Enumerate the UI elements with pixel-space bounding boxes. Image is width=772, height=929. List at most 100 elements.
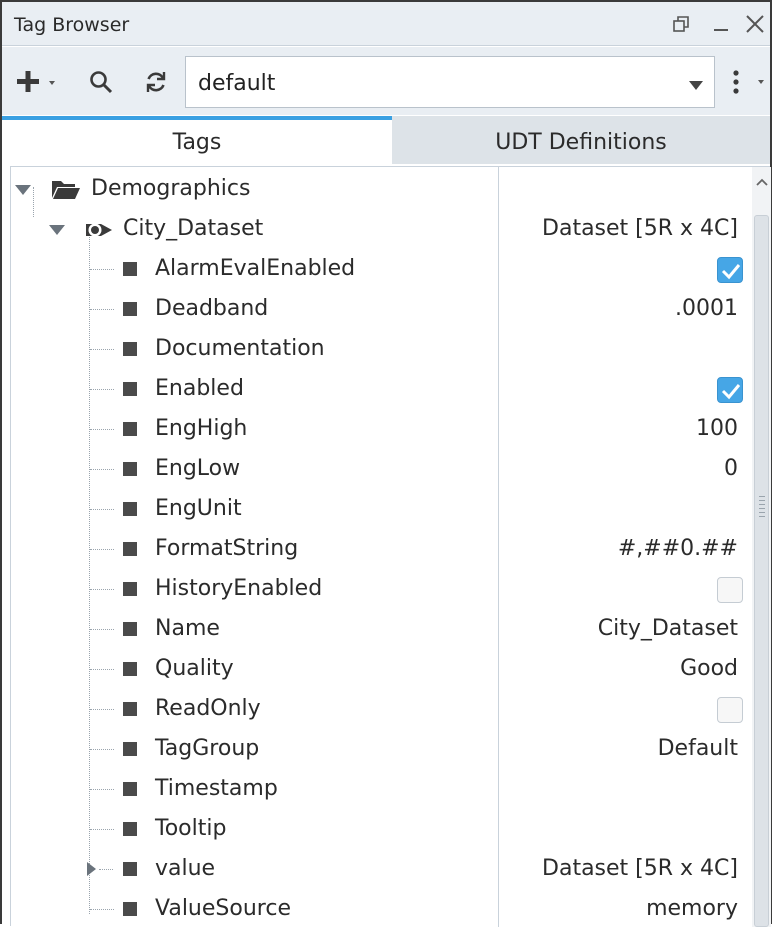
expand-arrow-icon[interactable] xyxy=(13,182,33,201)
property-value: City_Dataset xyxy=(597,616,738,641)
tree-connector xyxy=(90,589,114,590)
tree-row-property[interactable]: ReadOnly xyxy=(11,689,751,729)
refresh-icon[interactable] xyxy=(141,67,171,97)
tag-provider-dropdown[interactable]: default xyxy=(185,56,715,108)
tree-row-property[interactable]: HistoryEnabled xyxy=(11,569,751,609)
checkbox-unchecked[interactable] xyxy=(717,577,743,603)
tree-connector xyxy=(90,829,114,830)
tab-tags[interactable]: Tags xyxy=(2,116,392,164)
close-window-icon[interactable] xyxy=(742,10,768,38)
property-value: 0 xyxy=(724,456,738,481)
property-label: Name xyxy=(155,616,220,641)
tree-connector xyxy=(90,789,114,790)
tree-connector xyxy=(90,629,114,630)
property-label: EngLow xyxy=(155,456,241,481)
tree-connector xyxy=(90,469,114,470)
tree-row-property[interactable]: EngHigh 100 xyxy=(11,409,751,449)
tree-connector xyxy=(90,309,114,310)
property-value: .0001 xyxy=(675,296,738,321)
property-icon xyxy=(123,382,137,396)
dataset-tag-icon xyxy=(83,218,117,246)
checkbox-unchecked[interactable] xyxy=(717,697,743,723)
tree-row-property[interactable]: EngUnit xyxy=(11,489,751,529)
checkbox-checked[interactable] xyxy=(717,257,743,283)
property-icon xyxy=(123,582,137,596)
property-label: EngUnit xyxy=(155,496,242,521)
tree-row-property[interactable]: Quality Good xyxy=(11,649,751,689)
property-value: Good xyxy=(680,656,738,681)
tree-connector xyxy=(90,509,114,510)
tree-row-property[interactable]: Timestamp xyxy=(11,769,751,809)
property-label: HistoryEnabled xyxy=(155,576,323,601)
more-options-button[interactable] xyxy=(724,67,768,97)
checkbox-checked[interactable] xyxy=(717,377,743,403)
tag-tree: Demographics City_Dataset Dataset [5R x … xyxy=(10,166,771,929)
property-icon xyxy=(123,502,137,516)
tree-connector xyxy=(90,429,114,430)
property-icon xyxy=(123,902,137,916)
toolbar: default xyxy=(2,47,770,115)
property-icon xyxy=(123,422,137,436)
property-label: Quality xyxy=(155,656,234,681)
property-label: TagGroup xyxy=(155,736,260,761)
scroll-up-icon[interactable] xyxy=(752,171,771,193)
tree-row-property[interactable]: Enabled xyxy=(11,369,751,409)
property-label: EngHigh xyxy=(155,416,248,441)
property-label: value xyxy=(155,856,216,881)
property-icon xyxy=(123,662,137,676)
property-value: Default xyxy=(657,736,738,761)
vertical-scrollbar[interactable] xyxy=(752,167,771,927)
browser-tabs: Tags UDT Definitions xyxy=(2,116,770,164)
tree-connector xyxy=(90,749,114,750)
property-icon xyxy=(123,702,137,716)
tree-row-property[interactable]: FormatString #,##0.## xyxy=(11,529,751,569)
tree-row-property[interactable]: Tooltip xyxy=(11,809,751,849)
property-icon xyxy=(123,342,137,356)
tree-row-property[interactable]: TagGroup Default xyxy=(11,729,751,769)
property-icon xyxy=(123,622,137,636)
tree-connector xyxy=(90,909,114,910)
property-value: Dataset [5R x 4C] xyxy=(542,856,738,881)
add-tag-button[interactable] xyxy=(14,69,64,95)
property-label: Enabled xyxy=(155,376,244,401)
tree-row-property[interactable]: Deadband .0001 xyxy=(11,289,751,329)
tree-connector xyxy=(90,269,114,270)
property-label: Deadband xyxy=(155,296,269,321)
tag-value: Dataset [5R x 4C] xyxy=(542,216,738,241)
expand-arrow-icon[interactable] xyxy=(85,861,97,881)
restore-window-icon[interactable] xyxy=(668,10,694,38)
property-value: #,##0.## xyxy=(617,536,738,561)
property-value: memory xyxy=(646,896,738,921)
tab-udt-definitions[interactable]: UDT Definitions xyxy=(392,116,770,164)
property-value: 100 xyxy=(696,416,738,441)
property-icon xyxy=(123,462,137,476)
tree-row-property[interactable]: EngLow 0 xyxy=(11,449,751,489)
property-label: ReadOnly xyxy=(155,696,261,721)
property-label: Timestamp xyxy=(155,776,278,801)
property-label: FormatString xyxy=(155,536,299,561)
minimize-window-icon[interactable] xyxy=(708,10,734,38)
property-icon xyxy=(123,262,137,276)
tree-row-property[interactable]: Documentation xyxy=(11,329,751,369)
tree-connector xyxy=(90,349,114,350)
tag-provider-value: default xyxy=(198,71,276,96)
tree-connector xyxy=(90,669,114,670)
tree-row-tag[interactable]: City_Dataset Dataset [5R x 4C] xyxy=(11,209,751,249)
tree-row-property[interactable]: Name City_Dataset xyxy=(11,609,751,649)
tag-label: City_Dataset xyxy=(123,216,264,241)
tree-row-property[interactable]: AlarmEvalEnabled xyxy=(11,249,751,289)
title-bar[interactable]: Tag Browser xyxy=(2,2,770,46)
property-icon xyxy=(123,782,137,796)
tree-row-property[interactable]: value Dataset [5R x 4C] xyxy=(11,849,751,889)
window-title: Tag Browser xyxy=(14,14,130,36)
property-icon xyxy=(123,742,137,756)
expand-arrow-icon[interactable] xyxy=(47,222,67,241)
search-icon[interactable] xyxy=(86,67,116,97)
tree-row-folder[interactable]: Demographics xyxy=(11,169,751,209)
scrollbar-thumb[interactable] xyxy=(754,215,769,927)
folder-open-icon xyxy=(51,178,81,204)
property-label: Tooltip xyxy=(155,816,227,841)
chevron-down-icon xyxy=(688,76,704,95)
tree-row-property[interactable]: ValueSource memory xyxy=(11,889,751,929)
property-icon xyxy=(123,862,137,876)
